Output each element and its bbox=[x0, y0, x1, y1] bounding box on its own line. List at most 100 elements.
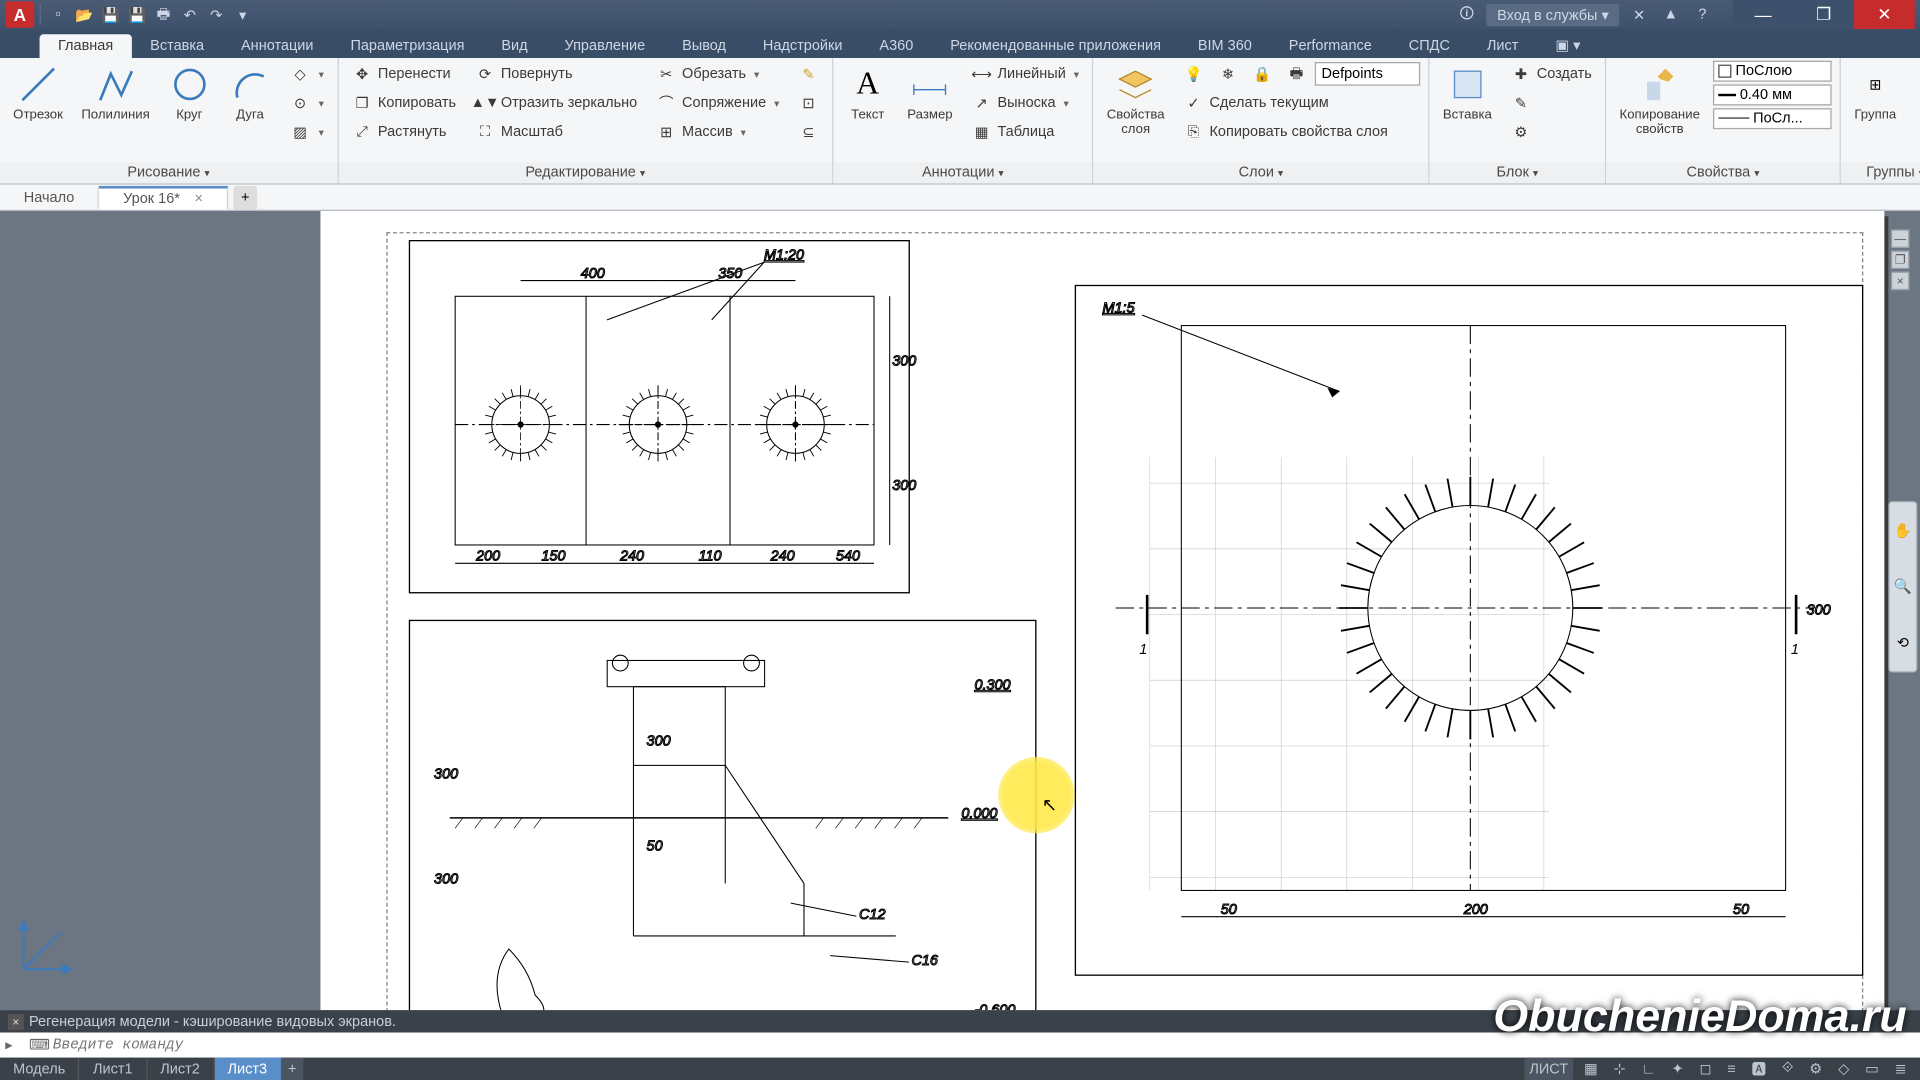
panel-title-modify[interactable]: Редактирование▾ bbox=[338, 162, 832, 183]
block-btn-2[interactable]: ✎ bbox=[1505, 90, 1597, 116]
make-current-button[interactable]: ✓Сделать текущим bbox=[1178, 90, 1421, 116]
text-button[interactable]: AТекст bbox=[841, 61, 894, 126]
tab-spds[interactable]: СПДС bbox=[1390, 34, 1468, 58]
block-btn-3[interactable]: ⚙ bbox=[1505, 119, 1597, 145]
status-polar-icon[interactable]: ✦ bbox=[1666, 1058, 1689, 1080]
circle-button[interactable]: Круг bbox=[163, 61, 216, 126]
copy-layer-props-button[interactable]: ⎘Копировать свойства слоя bbox=[1178, 119, 1421, 145]
modify-extra-3[interactable]: ⊆ bbox=[793, 119, 825, 145]
layout-tab-add[interactable]: + bbox=[282, 1058, 303, 1080]
print-icon[interactable]: 🖶 bbox=[152, 3, 176, 27]
layout-tab-3[interactable]: Лист3 bbox=[214, 1058, 281, 1080]
group-btn-2[interactable]: ⊡ bbox=[1910, 90, 1920, 116]
new-icon[interactable]: ▫ bbox=[46, 3, 70, 27]
status-iso-icon[interactable]: ◇ bbox=[1833, 1058, 1855, 1080]
info-icon[interactable]: 🛈 bbox=[1455, 3, 1479, 27]
tab-view[interactable]: Вид bbox=[483, 34, 546, 58]
nav-orbit-icon[interactable]: ⟲ bbox=[1897, 634, 1909, 651]
dim-button[interactable]: Размер bbox=[902, 61, 958, 126]
rotate-button[interactable]: ⟳Повернуть bbox=[469, 61, 642, 87]
doc-tab-start[interactable]: Начало bbox=[0, 187, 99, 208]
panel-title-props[interactable]: Свойства▾ bbox=[1606, 162, 1839, 183]
maximize-button[interactable]: ❐ bbox=[1793, 0, 1854, 29]
tab-a360[interactable]: A360 bbox=[861, 34, 932, 58]
tab-annotate[interactable]: Аннотации bbox=[223, 34, 332, 58]
help-icon[interactable]: ? bbox=[1691, 3, 1715, 27]
cmd-history-icon[interactable]: ▸ bbox=[5, 1036, 23, 1054]
qat-dropdown-icon[interactable]: ▾ bbox=[231, 3, 255, 27]
layer-tool-1[interactable]: 💡 bbox=[1178, 61, 1210, 87]
tab-insert[interactable]: Вставка bbox=[132, 34, 223, 58]
layout-tab-model[interactable]: Модель bbox=[0, 1058, 80, 1080]
exchange-icon[interactable]: ✕ bbox=[1627, 3, 1651, 27]
status-mode[interactable]: ЛИСТ bbox=[1524, 1058, 1573, 1080]
layer-tool-2[interactable]: ❄ bbox=[1212, 61, 1244, 87]
panel-title-layers[interactable]: Слои▾ bbox=[1094, 162, 1429, 183]
move-button[interactable]: ✥Перенести bbox=[346, 61, 461, 87]
open-icon[interactable]: 📂 bbox=[73, 3, 97, 27]
tab-layout[interactable]: Лист bbox=[1468, 34, 1536, 58]
mirror-button[interactable]: ▲▼Отразить зеркально bbox=[469, 90, 642, 116]
panel-title-annot[interactable]: Аннотации▾ bbox=[833, 162, 1092, 183]
linear-button[interactable]: ⟷Линейный▾ bbox=[966, 61, 1084, 87]
status-ortho-icon[interactable]: ∟ bbox=[1636, 1058, 1661, 1080]
array-button[interactable]: ⊞Массив▾ bbox=[650, 119, 784, 145]
layer-tool-3[interactable]: 🔒 bbox=[1246, 61, 1278, 87]
doc-tab-add[interactable]: + bbox=[233, 185, 257, 209]
a360-icon[interactable]: ▲ bbox=[1659, 3, 1683, 27]
group-button[interactable]: ⊞Группа bbox=[1849, 61, 1902, 126]
status-osnap-icon[interactable]: ◻ bbox=[1694, 1058, 1717, 1080]
minimize-button[interactable]: — bbox=[1733, 0, 1794, 29]
viewport-2[interactable]: С12 С16 0.000 0.300 -0.600 200 300 200 2… bbox=[409, 620, 1037, 1041]
status-snap-icon[interactable]: ⊹ bbox=[1608, 1058, 1631, 1080]
status-ws-icon[interactable]: ⚙ bbox=[1804, 1058, 1828, 1080]
tab-parametric[interactable]: Параметризация bbox=[332, 34, 483, 58]
modify-extra-2[interactable]: ⊡ bbox=[793, 90, 825, 116]
vp-min-icon[interactable]: — bbox=[1891, 229, 1909, 247]
redo-icon[interactable]: ↷ bbox=[204, 3, 228, 27]
status-scale-icon[interactable]: ⟐ bbox=[1777, 1058, 1799, 1080]
tab-output[interactable]: Вывод bbox=[664, 34, 745, 58]
tab-manage[interactable]: Управление bbox=[546, 34, 664, 58]
viewport-3[interactable]: 1 1 М1:5 50 200 50 300 bbox=[1075, 285, 1864, 976]
layer-props-button[interactable]: Свойства слоя bbox=[1101, 61, 1169, 140]
cmd-close-icon[interactable]: × bbox=[8, 1013, 24, 1029]
group-btn-1[interactable]: ⊟ bbox=[1910, 61, 1920, 87]
scale-button[interactable]: ⛶Масштаб bbox=[469, 119, 642, 145]
vp-close-icon[interactable]: × bbox=[1891, 272, 1909, 290]
tab-extra[interactable]: ▣ ▾ bbox=[1537, 33, 1599, 58]
undo-icon[interactable]: ↶ bbox=[178, 3, 202, 27]
tab-addins[interactable]: Надстройки bbox=[744, 34, 861, 58]
matchprops-button[interactable]: Копирование свойств bbox=[1614, 61, 1705, 140]
tab-bim360[interactable]: BIM 360 bbox=[1179, 34, 1270, 58]
doc-tab-file[interactable]: Урок 16* × bbox=[99, 185, 228, 209]
navigation-bar[interactable]: ✋ 🔍 ⟲ bbox=[1888, 501, 1917, 672]
create-block-button[interactable]: ✚Создать bbox=[1505, 61, 1597, 87]
nav-zoom-icon[interactable]: 🔍 bbox=[1894, 578, 1912, 595]
linetype-combo[interactable]: ───ПоСл... bbox=[1713, 108, 1832, 129]
panel-title-groups[interactable]: Группы▾ bbox=[1841, 162, 1920, 183]
tab-apps[interactable]: Рекомендованные приложения bbox=[932, 34, 1180, 58]
status-clean-icon[interactable]: ▭ bbox=[1860, 1058, 1884, 1080]
save-icon[interactable]: 💾 bbox=[99, 3, 123, 27]
nav-pan-icon[interactable]: ✋ bbox=[1894, 522, 1912, 539]
layout-tab-1[interactable]: Лист1 bbox=[80, 1058, 147, 1080]
fillet-button[interactable]: ⌒Сопряжение▾ bbox=[650, 90, 784, 116]
tab-home[interactable]: Главная bbox=[40, 34, 132, 58]
status-custom-icon[interactable]: ≣ bbox=[1889, 1058, 1912, 1080]
draw-btn-2[interactable]: ⊙▾ bbox=[284, 90, 329, 116]
modify-extra-1[interactable]: ✎ bbox=[793, 61, 825, 87]
stretch-button[interactable]: ⤢Растянуть bbox=[346, 119, 461, 145]
panel-title-draw[interactable]: Рисование▾ bbox=[0, 162, 337, 183]
draw-btn-1[interactable]: ◇▾ bbox=[284, 61, 329, 87]
line-button[interactable]: Отрезок bbox=[8, 61, 68, 126]
status-grid-icon[interactable]: ▦ bbox=[1579, 1058, 1603, 1080]
layout-tab-2[interactable]: Лист2 bbox=[147, 1058, 214, 1080]
layer-combo[interactable]: Defpoints bbox=[1315, 62, 1420, 86]
copy-button[interactable]: ❐Копировать bbox=[346, 90, 461, 116]
trim-button[interactable]: ✂Обрезать▾ bbox=[650, 61, 784, 87]
color-combo[interactable]: ПоСлою bbox=[1713, 61, 1832, 82]
polyline-button[interactable]: Полилиния bbox=[76, 61, 155, 126]
leader-button[interactable]: ↗Выноска▾ bbox=[966, 90, 1084, 116]
arc-button[interactable]: Дуга bbox=[224, 61, 277, 126]
